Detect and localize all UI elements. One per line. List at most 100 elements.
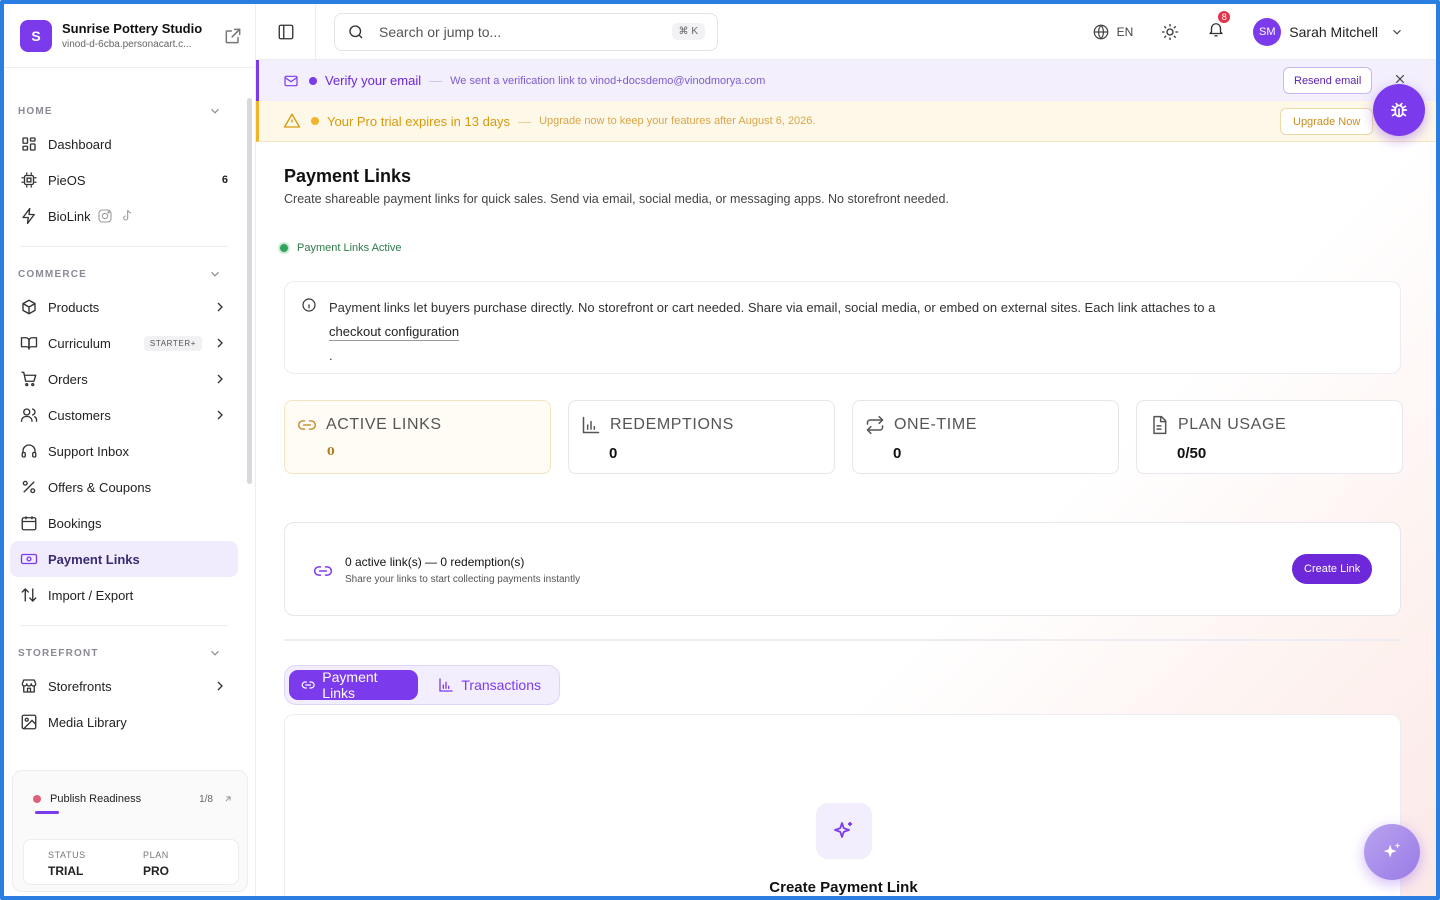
tiktok-icon (122, 209, 131, 221)
sidebar-nav: HOME Dashboard PieOS 6 BioLink COMMERCE … (4, 96, 244, 740)
bug-report-button[interactable] (1373, 84, 1425, 136)
plan-value: PRO (143, 864, 170, 878)
links-summary-card: 0 active link(s) — 0 redemption(s) Share… (284, 522, 1401, 616)
search-icon (349, 24, 363, 38)
publish-readiness-card[interactable]: Publish Readiness 1/8 STATUS TRIAL PLAN … (12, 770, 248, 892)
upgrade-now-button[interactable]: Upgrade Now (1280, 108, 1374, 135)
user-name: Sarah Mitchell (1289, 23, 1378, 40)
status-value: TRIAL (48, 864, 84, 878)
search-input[interactable] (379, 23, 672, 40)
chevron-down-icon (211, 108, 219, 114)
document-icon (1153, 415, 1167, 435)
external-link-icon[interactable] (223, 26, 243, 46)
section-storefront[interactable]: STOREFRONT (4, 638, 244, 668)
stats-row: ACTIVE LINKS 0 REDEMPTIONS 0 ONE-TIME 0 (284, 400, 1403, 474)
resend-email-button[interactable]: Resend email (1283, 67, 1373, 94)
headset-icon (21, 444, 37, 458)
sidebar-item-support-inbox[interactable]: Support Inbox (10, 433, 238, 469)
bolt-icon (22, 207, 35, 225)
sidebar-item-biolink[interactable]: BioLink (10, 198, 238, 234)
checkout-configuration-link[interactable]: checkout configuration (329, 324, 459, 339)
language-switcher[interactable]: EN (1092, 23, 1133, 41)
info-icon (302, 298, 316, 312)
app-window: S Sunrise Pottery Studio vinod-d-6cba.pe… (0, 0, 1440, 900)
stat-one-time: ONE-TIME 0 (852, 400, 1119, 474)
sidebar-item-media-library[interactable]: Media Library (10, 704, 238, 740)
sparkles-icon (834, 822, 852, 838)
book-icon (20, 337, 38, 350)
arrow-up-right-icon (225, 796, 231, 802)
chevron-right-icon (217, 681, 223, 691)
sidebar-item-dashboard[interactable]: Dashboard (10, 126, 238, 162)
image-icon (21, 714, 37, 730)
globe-icon (1093, 24, 1108, 39)
readiness-count: 1/8 (199, 793, 213, 805)
divider (284, 639, 1401, 641)
ai-assistant-button[interactable] (1364, 824, 1420, 880)
chevron-right-icon (217, 410, 223, 420)
user-menu[interactable]: SM Sarah Mitchell (1253, 17, 1404, 46)
tab-transactions[interactable]: Transactions (426, 670, 555, 700)
sidebar-item-bookings[interactable]: Bookings (10, 505, 238, 541)
dashboard-icon (22, 137, 36, 151)
sidebar-scrollbar[interactable] (247, 98, 252, 484)
status-dot (278, 242, 290, 254)
plan-badge: STARTER+ (143, 335, 202, 351)
bar-chart-icon (439, 678, 454, 692)
mail-icon (284, 75, 298, 86)
sidebar-item-customers[interactable]: Customers (10, 397, 238, 433)
sidebar-toggle-button[interactable] (256, 4, 316, 60)
sidebar-item-products[interactable]: Products (10, 289, 238, 325)
stat-value: 0 (893, 445, 902, 462)
summary-subtitle: Share your links to start collecting pay… (345, 574, 581, 585)
sidebar-item-import-export[interactable]: Import / Export (10, 577, 238, 613)
link-icon (301, 681, 315, 689)
page-subtitle: Create shareable payment links for quick… (284, 192, 949, 206)
store-name: Sunrise Pottery Studio (62, 21, 203, 36)
stat-value: 0/50 (1177, 445, 1207, 462)
avatar: SM (1253, 17, 1282, 46)
theme-toggle-icon[interactable] (1161, 23, 1179, 41)
panel-left-icon (278, 24, 293, 39)
store-url: vinod-d-6cba.personacart.c... (62, 39, 192, 50)
sidebar-item-offers-coupons[interactable]: Offers & Coupons (10, 469, 238, 505)
chevron-right-icon (217, 374, 223, 384)
tab-payment-links[interactable]: Payment Links (289, 669, 419, 701)
info-card: Payment links let buyers purchase direct… (284, 281, 1401, 374)
bug-icon (1390, 102, 1408, 118)
readiness-dot (33, 795, 41, 803)
section-commerce[interactable]: COMMERCE (4, 259, 244, 289)
chevron-down-icon (211, 271, 219, 277)
sidebar-item-storefronts[interactable]: Storefronts (10, 668, 238, 704)
warning-icon (283, 113, 301, 128)
store-icon (21, 679, 37, 693)
arrows-updown-icon (21, 588, 37, 602)
link-icon (313, 566, 333, 576)
sidebar-item-curriculum[interactable]: Curriculum STARTER+ (10, 325, 238, 361)
summary-title: 0 active link(s) — 0 redemption(s) (345, 555, 525, 569)
stat-value: 0 (327, 445, 335, 458)
readiness-progress (35, 811, 59, 814)
topbar: ⌘ K EN 8 SM Sarah Mitchell (256, 4, 1436, 60)
stat-plan-usage: PLAN USAGE 0/50 (1136, 400, 1403, 474)
create-link-button[interactable]: Create Link (1292, 554, 1373, 584)
repeat-icon (866, 415, 884, 435)
verify-dot (309, 76, 317, 85)
chevron-right-icon (217, 338, 223, 348)
tab-bar: Payment Links Transactions (284, 665, 560, 705)
users-icon (20, 408, 38, 422)
sidebar-item-pieos[interactable]: PieOS 6 (10, 162, 238, 198)
pieos-count: 6 (221, 174, 228, 186)
search-box[interactable]: ⌘ K (334, 12, 718, 51)
page-scrollbar[interactable] (1436, 4, 1440, 896)
instagram-icon (98, 209, 112, 223)
empty-state: Create Payment Link (284, 714, 1401, 896)
notification-count: 8 (1216, 9, 1233, 25)
banknote-icon (20, 553, 38, 565)
notifications-button[interactable]: 8 (1207, 9, 1233, 43)
section-home[interactable]: HOME (4, 96, 244, 126)
sidebar-item-orders[interactable]: Orders (10, 361, 238, 397)
sidebar-item-payment-links[interactable]: Payment Links (10, 541, 238, 577)
empty-state-title: Create Payment Link (769, 879, 918, 896)
brand-header[interactable]: S Sunrise Pottery Studio vinod-d-6cba.pe… (4, 4, 255, 68)
